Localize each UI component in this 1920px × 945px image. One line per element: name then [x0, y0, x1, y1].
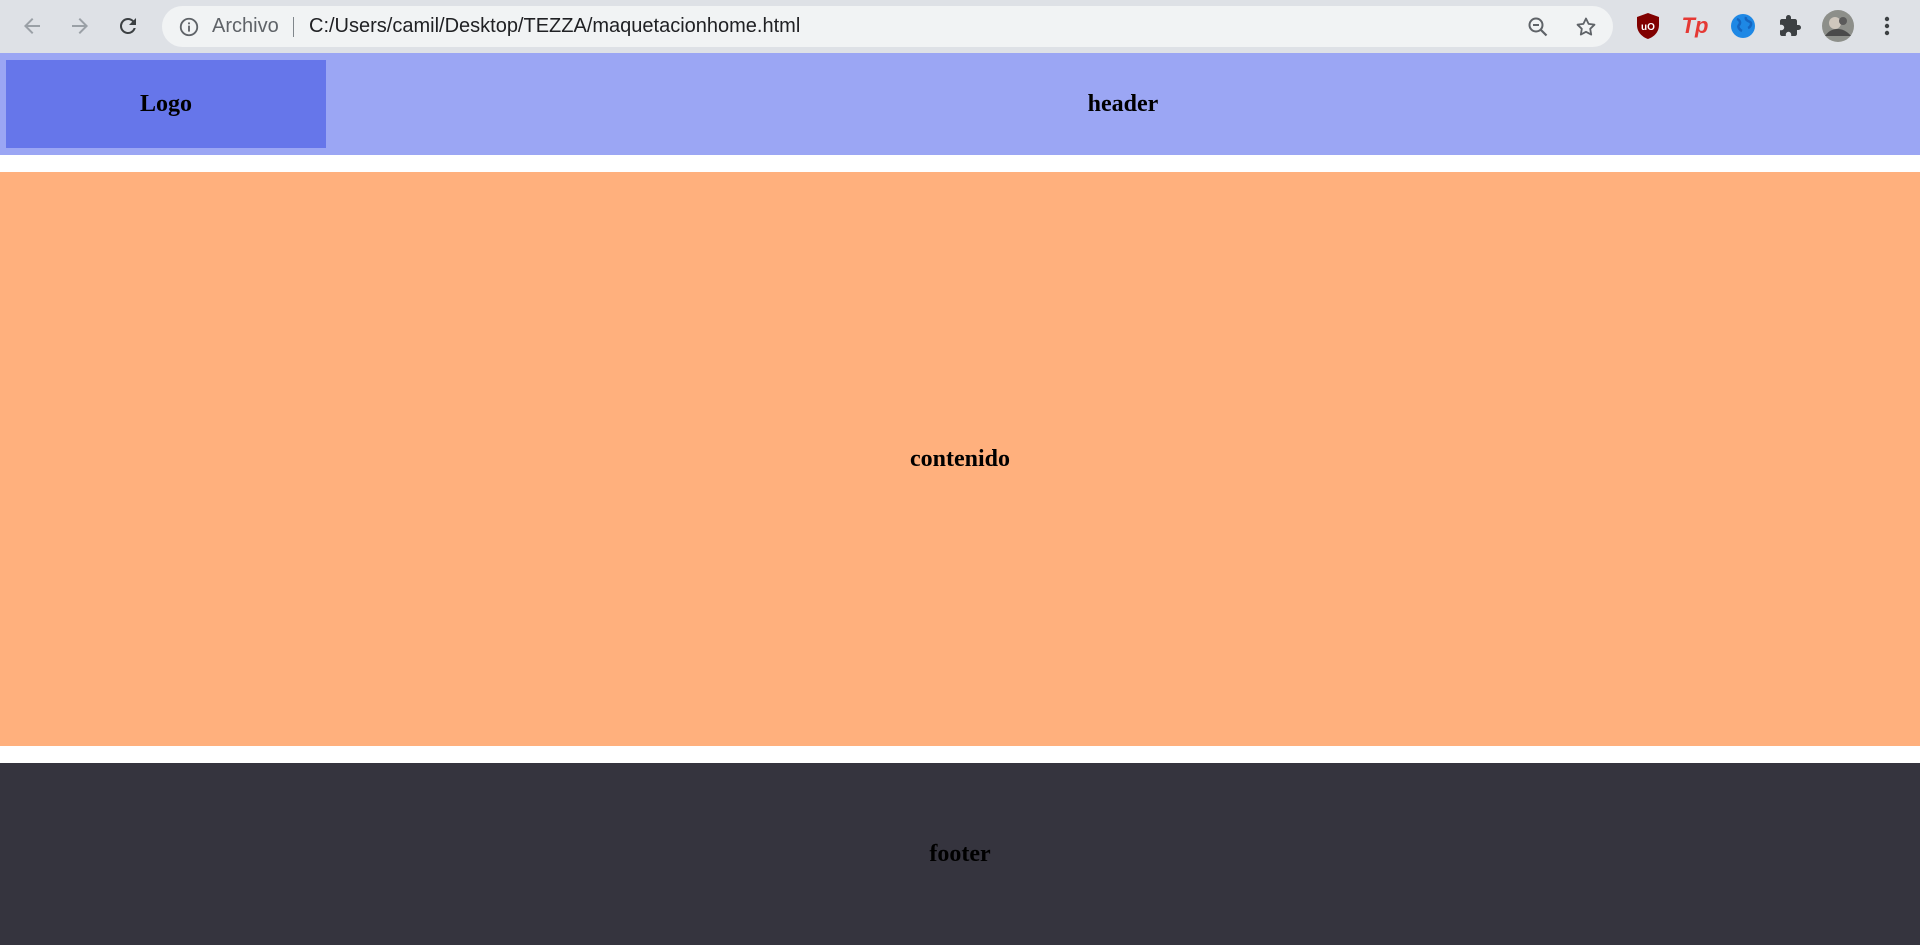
tp-extension[interactable]: Tp: [1679, 10, 1711, 42]
forward-arrow-icon: [72, 18, 88, 34]
chrome-menu-button[interactable]: [1871, 10, 1903, 42]
profile-avatar[interactable]: [1822, 10, 1854, 42]
reload-icon: [119, 17, 136, 34]
reload-button[interactable]: [110, 8, 146, 44]
content-section: contenido: [0, 172, 1920, 746]
zoom-button[interactable]: [1525, 14, 1551, 40]
page-header: Logo header: [0, 53, 1920, 155]
url-text[interactable]: C:/Users/camil/Desktop/TEZZA/maquetacion…: [309, 6, 800, 47]
ublock-icon: uO: [1637, 13, 1659, 39]
header-label: header: [1087, 90, 1159, 117]
address-bar[interactable]: Archivo C:/Users/camil/Desktop/TEZZA/maq…: [162, 6, 1613, 47]
bookmark-button[interactable]: [1573, 14, 1599, 40]
omnibox-divider: [293, 17, 294, 37]
extensions-puzzle-icon: [1780, 15, 1801, 36]
tp-extension-icon: Tp: [1681, 13, 1709, 38]
ublock-extension[interactable]: uO: [1632, 10, 1664, 42]
site-info-button[interactable]: [178, 16, 200, 38]
globe-extension-icon: [1731, 14, 1755, 38]
origin-chip: Archivo: [212, 15, 279, 37]
header-area: header: [326, 53, 1920, 155]
avatar-icon: [1822, 10, 1854, 42]
page-footer: footer: [0, 763, 1920, 945]
back-arrow-icon: [24, 18, 40, 34]
back-button[interactable]: [14, 8, 50, 44]
ublock-label: uO: [1641, 22, 1655, 33]
logo-box: Logo: [6, 60, 326, 148]
logo-label: Logo: [139, 90, 192, 117]
extensions-button[interactable]: [1774, 10, 1806, 42]
browser-toolbar: Archivo C:/Users/camil/Desktop/TEZZA/maq…: [0, 0, 1920, 53]
globe-extension[interactable]: [1727, 10, 1759, 42]
bookmark-star-icon: [1576, 17, 1596, 36]
menu-kebab-icon: [1884, 16, 1890, 36]
info-icon: [179, 17, 199, 37]
zoom-out-icon: [1528, 17, 1548, 37]
forward-button[interactable]: [62, 8, 98, 44]
footer-label: footer: [929, 840, 991, 867]
content-label: contenido: [909, 445, 1010, 472]
